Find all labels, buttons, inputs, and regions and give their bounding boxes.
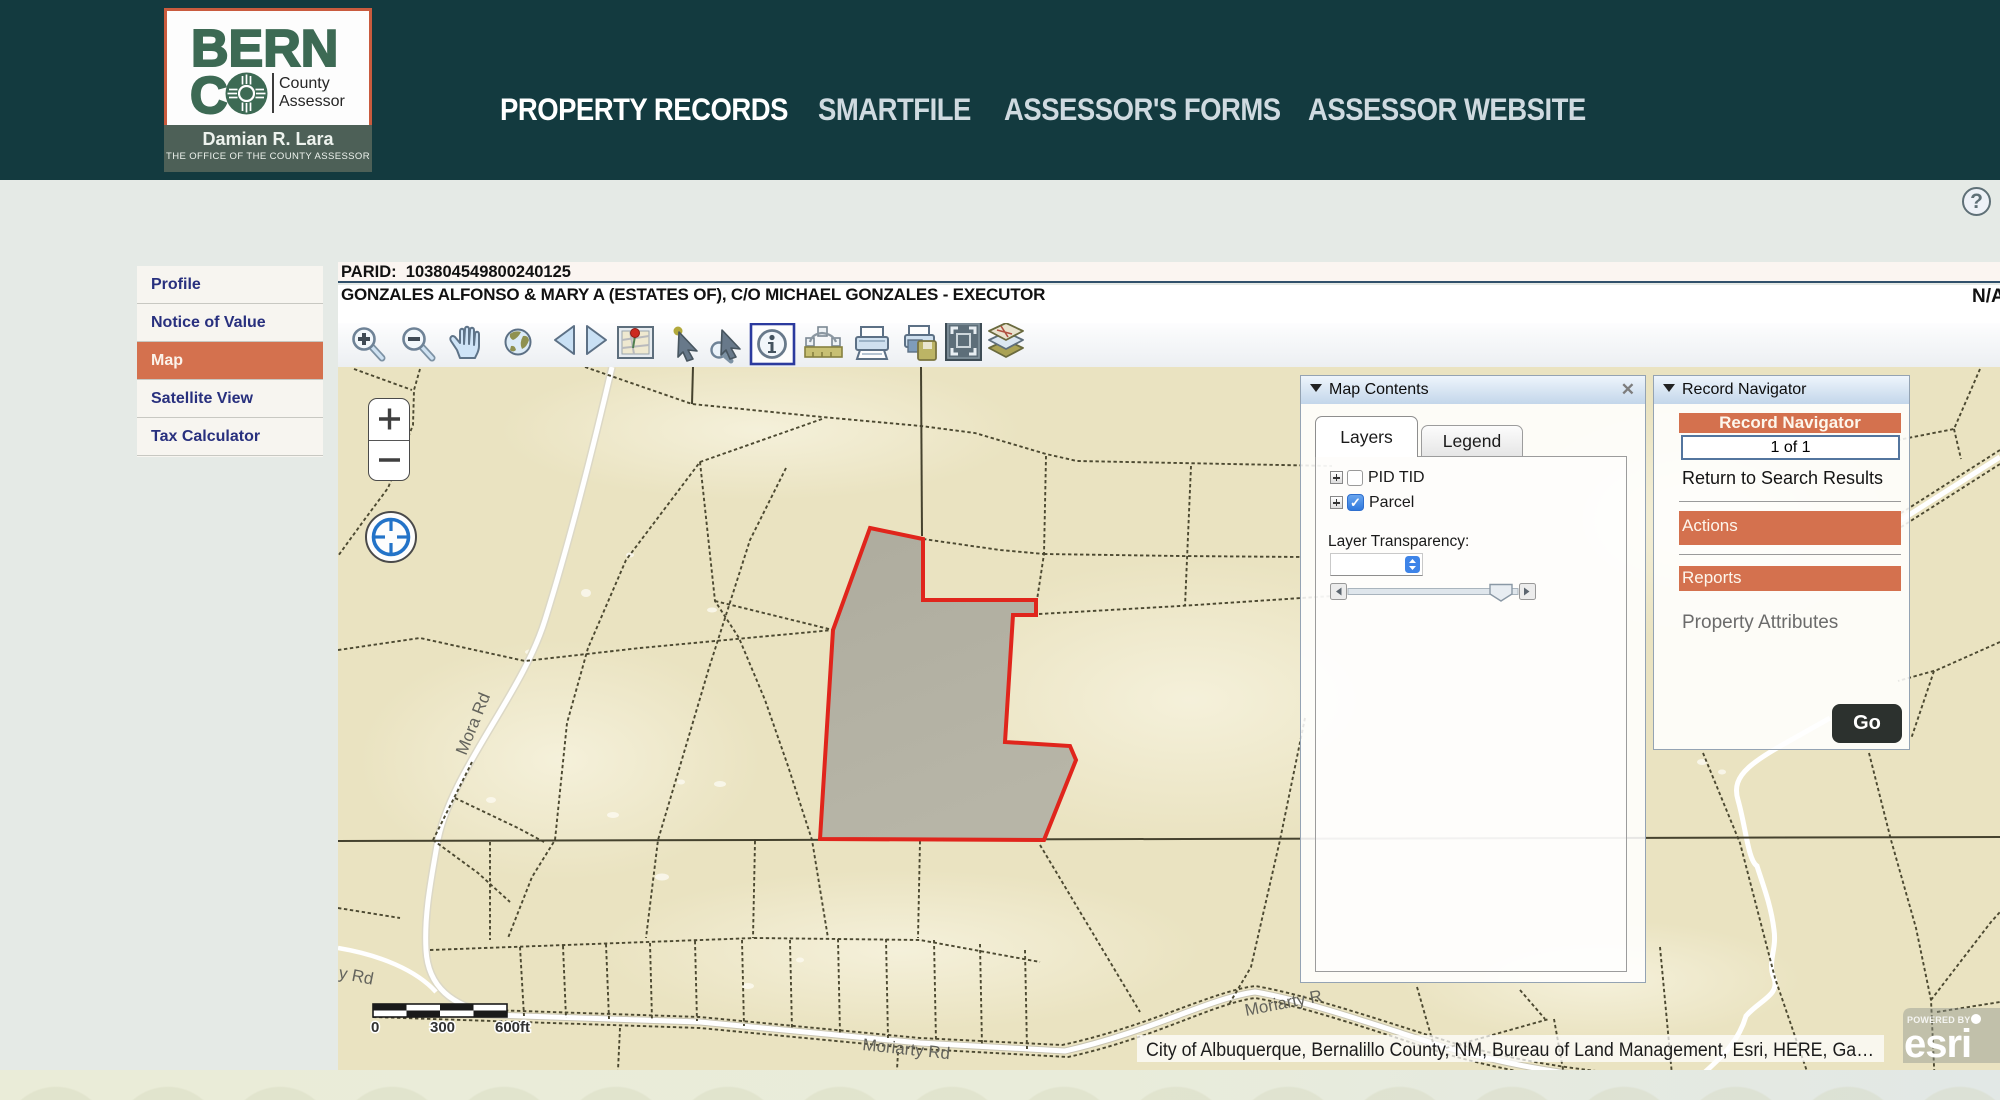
svg-text:0: 0 (371, 1019, 379, 1036)
svg-text:esri: esri (1904, 1022, 1971, 1066)
svg-text:600ft: 600ft (495, 1019, 530, 1036)
svg-text:City of Albuquerque, Bernalill: City of Albuquerque, Bernalillo County, … (1146, 1040, 1874, 1061)
svg-text:300: 300 (430, 1019, 455, 1036)
